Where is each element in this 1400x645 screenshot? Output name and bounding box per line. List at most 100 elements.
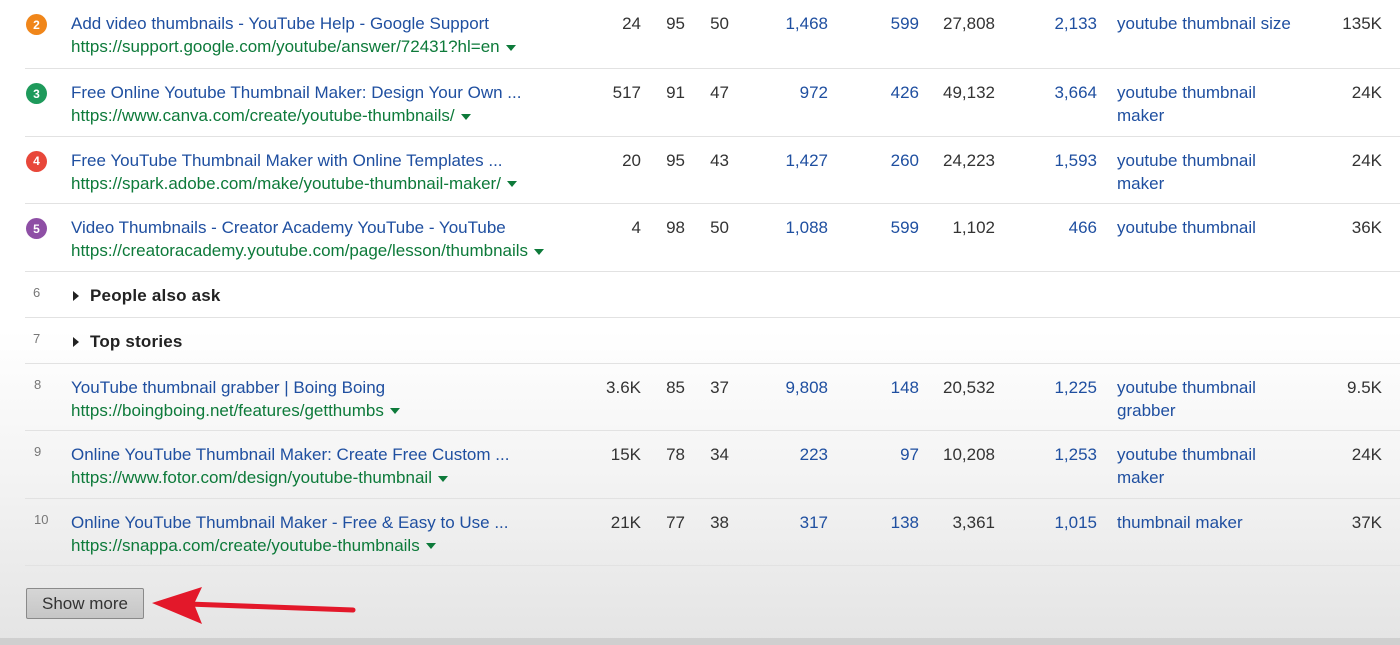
result-url-text[interactable]: https://spark.adobe.com/make/youtube-thu…	[71, 174, 501, 193]
result-row: 3 Free Online Youtube Thumbnail Maker: De…	[25, 69, 1400, 137]
position-number: 6	[33, 284, 41, 300]
serp-feature-row: 6 People also ask	[25, 272, 1400, 318]
traffic-metric: 27,808	[943, 14, 995, 33]
triangle-right-icon[interactable]	[73, 290, 79, 301]
ar-metric: 21K	[610, 512, 641, 532]
top-keyword-link[interactable]: youtube thumbnail maker	[1117, 81, 1297, 127]
referring-domains[interactable]: 1,427	[735, 149, 828, 172]
result-url[interactable]: https://snappa.com/create/youtube-thumbn…	[71, 534, 436, 557]
caret-down-icon[interactable]	[506, 181, 517, 188]
keywords-metric[interactable]: 1,015	[1005, 511, 1097, 534]
result-row: 2 Add video thumbnails - YouTube Help - G…	[25, 0, 1400, 69]
dr-metric: 43	[710, 150, 729, 170]
result-title-link[interactable]: Online YouTube Thumbnail Maker: Create F…	[71, 443, 509, 466]
triangle-right-icon[interactable]	[73, 336, 79, 347]
backlinks[interactable]: 148	[835, 376, 919, 399]
top-keyword-link[interactable]: thumbnail maker	[1117, 511, 1297, 534]
caret-down-icon[interactable]	[460, 113, 471, 120]
result-row: 9 Online YouTube Thumbnail Maker: Create …	[25, 431, 1400, 499]
top-keyword-link[interactable]: youtube thumbnail grabber	[1117, 376, 1297, 422]
keyword-volume: 24K	[1351, 150, 1382, 170]
keywords-metric[interactable]: 2,133	[1005, 12, 1097, 35]
ar-metric: 3.6K	[606, 377, 641, 397]
position-badge: 3	[26, 83, 47, 104]
position-badge: 4	[26, 150, 47, 172]
keyword-volume: 24K	[1351, 445, 1382, 464]
result-url-text[interactable]: https://www.canva.com/create/youtube-thu…	[71, 106, 455, 125]
result-row: 10 Online YouTube Thumbnail Maker - Free …	[25, 499, 1400, 566]
result-url-text[interactable]: https://www.fotor.com/design/youtube-thu…	[71, 468, 432, 487]
ur-metric: 95	[666, 150, 685, 170]
result-url[interactable]: https://boingboing.net/features/getthumb…	[71, 399, 400, 422]
result-title-link[interactable]: Video Thumbnails - Creator Academy YouTu…	[71, 216, 506, 239]
top-keyword-link[interactable]: youtube thumbnail	[1117, 216, 1297, 239]
backlinks[interactable]: 599	[835, 12, 919, 35]
backlinks[interactable]: 97	[835, 443, 919, 466]
show-more-button[interactable]: Show more	[26, 588, 144, 619]
traffic-metric: 20,532	[943, 377, 995, 397]
keywords-metric[interactable]: 1,593	[1005, 149, 1097, 172]
ar-metric: 20	[622, 150, 641, 170]
keywords-metric[interactable]: 466	[1005, 216, 1097, 239]
serp-overview-page: 2 Add video thumbnails - YouTube Help - G…	[0, 0, 1400, 645]
caret-down-icon[interactable]	[534, 248, 545, 255]
red-arrow-annotation	[152, 587, 356, 624]
backlinks[interactable]: 599	[835, 216, 919, 239]
caret-down-icon[interactable]	[389, 408, 400, 415]
backlinks[interactable]: 138	[835, 511, 919, 534]
serp-feature-toggle[interactable]: Top stories	[73, 332, 183, 352]
result-url-text[interactable]: https://creatoracademy.youtube.com/page/…	[71, 241, 528, 260]
referring-domains[interactable]: 972	[735, 81, 828, 104]
result-url[interactable]: https://www.canva.com/create/youtube-thu…	[71, 104, 471, 127]
serp-results-table: 2 Add video thumbnails - YouTube Help - G…	[25, 0, 1400, 566]
backlinks[interactable]: 426	[835, 81, 919, 104]
caret-down-icon[interactable]	[425, 543, 436, 550]
result-url-text[interactable]: https://boingboing.net/features/getthumb…	[71, 401, 384, 420]
referring-domains[interactable]: 317	[735, 511, 828, 534]
result-title-link[interactable]: Online YouTube Thumbnail Maker - Free & …	[71, 511, 509, 534]
ur-metric: 95	[666, 14, 685, 33]
position-number: 9	[34, 444, 42, 459]
serp-feature-toggle[interactable]: People also ask	[73, 286, 221, 306]
position-badge: 2	[26, 14, 47, 35]
result-url[interactable]: https://www.fotor.com/design/youtube-thu…	[71, 466, 448, 489]
caret-down-icon[interactable]	[505, 44, 516, 51]
result-url[interactable]: https://support.google.com/youtube/answe…	[71, 35, 516, 58]
result-title-link[interactable]: Free Online Youtube Thumbnail Maker: Des…	[71, 81, 521, 104]
dr-metric: 38	[710, 512, 729, 532]
serp-feature-label[interactable]: Top stories	[90, 332, 183, 352]
result-title-link[interactable]: Add video thumbnails - YouTube Help - Go…	[71, 12, 489, 35]
traffic-metric: 24,223	[943, 150, 995, 170]
result-url-text[interactable]: https://support.google.com/youtube/answe…	[71, 37, 500, 56]
caret-down-icon[interactable]	[437, 475, 448, 482]
top-keyword-link[interactable]: youtube thumbnail size	[1117, 12, 1297, 35]
result-url-text[interactable]: https://snappa.com/create/youtube-thumbn…	[71, 536, 420, 555]
referring-domains[interactable]: 1,088	[735, 216, 828, 239]
ur-metric: 78	[666, 445, 685, 464]
keywords-metric[interactable]: 1,253	[1005, 443, 1097, 466]
referring-domains[interactable]: 223	[735, 443, 828, 466]
result-url[interactable]: https://creatoracademy.youtube.com/page/…	[71, 239, 545, 262]
keyword-volume: 9.5K	[1347, 377, 1382, 397]
referring-domains[interactable]: 1,468	[735, 12, 828, 35]
referring-domains[interactable]: 9,808	[735, 376, 828, 399]
dr-metric: 37	[710, 377, 729, 397]
bottom-border	[0, 638, 1400, 645]
position-badge: 5	[26, 218, 47, 239]
result-url[interactable]: https://spark.adobe.com/make/youtube-thu…	[71, 172, 517, 195]
result-title-link[interactable]: YouTube thumbnail grabber | Boing Boing	[71, 376, 385, 399]
result-title-link[interactable]: Free YouTube Thumbnail Maker with Online…	[71, 149, 503, 172]
keywords-metric[interactable]: 3,664	[1005, 81, 1097, 104]
ur-metric: 85	[666, 377, 685, 397]
backlinks[interactable]: 260	[835, 149, 919, 172]
keywords-metric[interactable]: 1,225	[1005, 376, 1097, 399]
ar-metric: 24	[622, 14, 641, 33]
serp-feature-label[interactable]: People also ask	[90, 286, 221, 306]
traffic-metric: 1,102	[952, 218, 995, 237]
result-row: 8 YouTube thumbnail grabber | Boing Boing…	[25, 364, 1400, 431]
keyword-volume: 135K	[1342, 14, 1382, 33]
ar-metric: 4	[631, 218, 641, 237]
serp-feature-row: 7 Top stories	[25, 318, 1400, 364]
top-keyword-link[interactable]: youtube thumbnail maker	[1117, 149, 1297, 195]
top-keyword-link[interactable]: youtube thumbnail maker	[1117, 443, 1297, 489]
